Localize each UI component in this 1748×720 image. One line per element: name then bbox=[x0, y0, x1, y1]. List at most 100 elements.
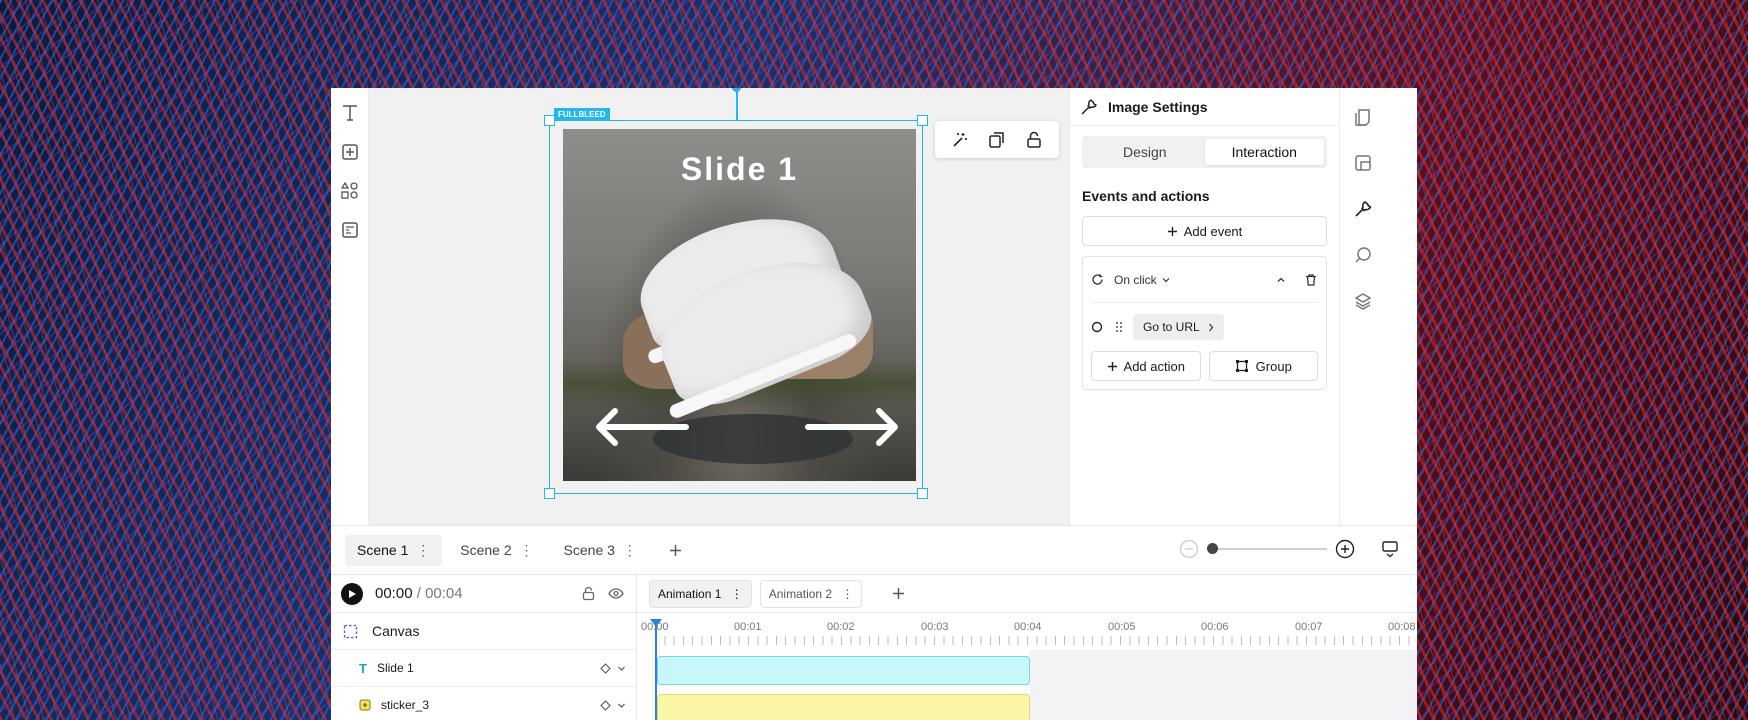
zoom-slider-thumb[interactable] bbox=[1207, 543, 1218, 554]
plus-icon bbox=[1167, 226, 1178, 237]
more-vertical-icon[interactable]: ⋮ bbox=[623, 542, 637, 558]
layer-row-sticker-3[interactable]: sticker_3 bbox=[331, 687, 636, 720]
animation-tab-2[interactable]: Animation 2 ⋮ bbox=[759, 579, 863, 608]
layer-label: Canvas bbox=[372, 623, 420, 639]
time-ruler[interactable]: 00:00 00:01 00:02 00:03 00:04 00:05 00:0… bbox=[637, 613, 1417, 650]
add-action-label: Add action bbox=[1123, 358, 1185, 374]
tab-design[interactable]: Design bbox=[1085, 139, 1205, 165]
drag-handle-icon[interactable] bbox=[1115, 321, 1123, 333]
trigger-label: On click bbox=[1114, 272, 1157, 287]
rotate-handle-line bbox=[736, 88, 738, 120]
animation-tab-1[interactable]: Animation 1 ⋮ bbox=[649, 579, 752, 608]
shapes-icon[interactable] bbox=[337, 178, 363, 204]
chevron-down-icon[interactable] bbox=[617, 701, 626, 710]
wrench-icon bbox=[1080, 98, 1098, 116]
radio-circle-icon[interactable] bbox=[1091, 321, 1103, 333]
layers-icon[interactable] bbox=[1351, 289, 1375, 313]
event-trigger-row: On click bbox=[1091, 257, 1318, 303]
timeline: 00:00 / 00:04 Canvas T Slide 1 sticker_3… bbox=[331, 575, 1417, 720]
magic-wand-icon[interactable] bbox=[948, 128, 972, 152]
zoom-slider[interactable] bbox=[1207, 543, 1327, 554]
animation-tabs: Animation 1 ⋮ Animation 2 ⋮ bbox=[637, 575, 1417, 613]
add-action-button[interactable]: Add action bbox=[1091, 351, 1201, 381]
canvas-area[interactable]: Slide 1 FULLBLEED bbox=[369, 88, 1069, 525]
playhead[interactable] bbox=[655, 625, 657, 720]
group-button[interactable]: Group bbox=[1208, 351, 1318, 381]
panel-title: Image Settings bbox=[1108, 98, 1208, 115]
more-vertical-icon[interactable]: ⋮ bbox=[731, 587, 743, 601]
add-animation-icon[interactable] bbox=[892, 587, 905, 600]
chevron-up-icon[interactable] bbox=[1276, 275, 1286, 285]
keyframe-icon[interactable] bbox=[600, 662, 611, 674]
scene-label: Scene 2 bbox=[460, 541, 512, 558]
track-bar-slide-1[interactable] bbox=[657, 656, 1030, 685]
play-button[interactable] bbox=[341, 582, 363, 605]
layer-row-slide-1[interactable]: T Slide 1 bbox=[331, 650, 636, 687]
group-label: Group bbox=[1255, 358, 1292, 374]
pages-icon[interactable] bbox=[1351, 105, 1375, 129]
tab-interaction[interactable]: Interaction bbox=[1204, 139, 1324, 165]
selection-box[interactable] bbox=[544, 115, 928, 499]
timeline-layers: 00:00 / 00:04 Canvas T Slide 1 sticker_3 bbox=[331, 575, 637, 720]
more-vertical-icon[interactable]: ⋮ bbox=[520, 542, 534, 558]
fullbleed-badge: FULLBLEED bbox=[554, 108, 610, 121]
time-display: 00:00 / 00:04 bbox=[375, 585, 463, 602]
chevron-down-icon[interactable] bbox=[617, 664, 626, 673]
unlock-icon[interactable] bbox=[581, 586, 596, 601]
panel-toggle-icon[interactable] bbox=[1381, 540, 1399, 558]
scene-tab-3[interactable]: Scene 3 ⋮ bbox=[552, 535, 649, 566]
more-vertical-icon[interactable]: ⋮ bbox=[416, 542, 430, 558]
left-toolbar bbox=[331, 88, 369, 525]
scene-tab-1[interactable]: Scene 1 ⋮ bbox=[345, 534, 443, 566]
add-media-icon[interactable] bbox=[337, 139, 363, 165]
settings-panel: Image Settings Design Interaction Events… bbox=[1069, 88, 1339, 525]
zoom-control bbox=[1179, 539, 1399, 559]
keyframe-icon[interactable] bbox=[600, 699, 611, 711]
scene-label: Scene 3 bbox=[563, 541, 615, 558]
tick-label: 00:04 bbox=[1014, 621, 1042, 633]
resize-handle[interactable] bbox=[917, 488, 928, 499]
timeline-tracks: Animation 1 ⋮ Animation 2 ⋮ 00:00 00:01 … bbox=[637, 575, 1417, 720]
resize-handle[interactable] bbox=[917, 115, 928, 126]
right-rail bbox=[1339, 88, 1417, 525]
rotate-handle[interactable] bbox=[732, 88, 741, 92]
track-bar-sticker-3[interactable] bbox=[657, 694, 1030, 720]
chevron-right-icon bbox=[1208, 323, 1214, 332]
playback-controls: 00:00 / 00:04 bbox=[331, 575, 636, 613]
duplicate-icon[interactable] bbox=[985, 128, 1009, 152]
template-icon[interactable] bbox=[337, 217, 363, 243]
event-card: On click Go to URL Add action Group bbox=[1082, 256, 1327, 390]
unlock-icon[interactable] bbox=[1022, 128, 1046, 152]
ruler-ticks bbox=[655, 636, 1415, 645]
add-scene-icon[interactable] bbox=[669, 544, 682, 557]
wrench-icon[interactable] bbox=[1351, 197, 1375, 221]
tick-label: 00:06 bbox=[1201, 621, 1229, 633]
tick-label: 00:03 bbox=[921, 621, 949, 633]
tick-label: 00:02 bbox=[827, 621, 855, 633]
scene-bar: Scene 1 ⋮ Scene 2 ⋮ Scene 3 ⋮ bbox=[331, 525, 1417, 575]
editor-window: Slide 1 FULLBLEED Image Settings Design … bbox=[331, 88, 1417, 720]
duration: 00:04 bbox=[425, 585, 463, 602]
layout-icon[interactable] bbox=[1351, 151, 1375, 175]
trash-icon[interactable] bbox=[1304, 273, 1318, 287]
trigger-dropdown[interactable]: On click bbox=[1114, 273, 1170, 287]
add-event-button[interactable]: Add event bbox=[1082, 216, 1327, 246]
zoom-out-icon[interactable] bbox=[1179, 539, 1199, 559]
sticker-icon bbox=[359, 699, 371, 711]
tick-label: 00:08 bbox=[1388, 621, 1416, 633]
zoom-in-icon[interactable] bbox=[1335, 539, 1355, 559]
text-icon: T bbox=[359, 660, 367, 676]
resize-handle[interactable] bbox=[544, 488, 555, 499]
group-icon bbox=[1235, 359, 1249, 373]
text-icon[interactable] bbox=[337, 100, 363, 126]
panel-tabs: Design Interaction bbox=[1082, 136, 1327, 168]
section-title: Events and actions bbox=[1082, 188, 1210, 204]
go-to-url-chip[interactable]: Go to URL bbox=[1133, 314, 1224, 340]
shape-edit-icon[interactable] bbox=[1351, 243, 1375, 267]
action-row: Go to URL bbox=[1091, 303, 1318, 351]
scene-tab-2[interactable]: Scene 2 ⋮ bbox=[448, 535, 545, 566]
time-separator: / bbox=[412, 585, 426, 602]
more-vertical-icon[interactable]: ⋮ bbox=[841, 587, 853, 601]
eye-icon[interactable] bbox=[608, 586, 624, 601]
layer-row-canvas[interactable]: Canvas bbox=[331, 613, 636, 650]
